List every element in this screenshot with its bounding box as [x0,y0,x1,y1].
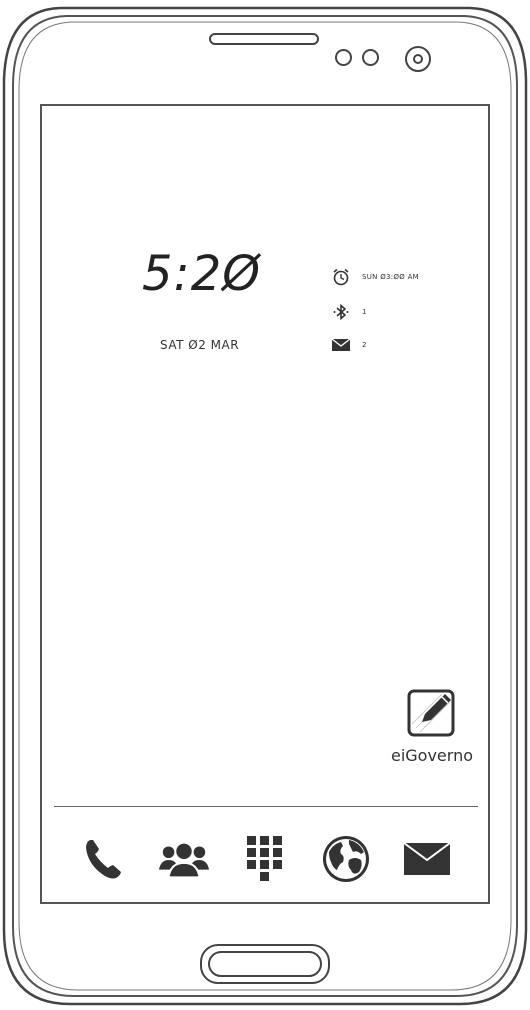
dock [42,824,488,894]
clock-time: 5:2Ø [142,246,262,302]
app-label: eiGoverno [390,746,473,765]
proximity-sensor [335,49,352,66]
edit-note-icon [406,686,458,738]
alarm-clock-icon [330,266,352,288]
app-shortcut-eigoverno[interactable]: eiGoverno [372,686,492,765]
clock-date: SAT Ø2 MAR [160,338,240,352]
message-count: 2 [362,341,367,349]
status-messages: 2 [330,334,367,356]
status-alarm: SUN Ø3:ØØ AM [330,266,419,288]
mail-icon[interactable] [400,832,454,886]
status-bluetooth: 1 [330,301,367,323]
light-sensor [362,49,379,66]
dock-divider [54,806,478,807]
phone-screen: 5:2Ø SAT Ø2 MAR SUN Ø3:ØØ AM 1 2 eiGover… [40,104,490,904]
apps-grid-icon[interactable] [238,832,292,886]
alarm-time-text: SUN Ø3:ØØ AM [362,273,420,281]
phone-icon[interactable] [76,832,130,886]
envelope-icon [330,334,352,356]
contacts-icon[interactable] [157,832,211,886]
globe-icon[interactable] [319,832,373,886]
earpiece-speaker [209,33,319,45]
home-button[interactable] [200,944,330,984]
bluetooth-icon [330,301,352,323]
bluetooth-count: 1 [362,308,367,316]
front-camera [405,46,431,72]
